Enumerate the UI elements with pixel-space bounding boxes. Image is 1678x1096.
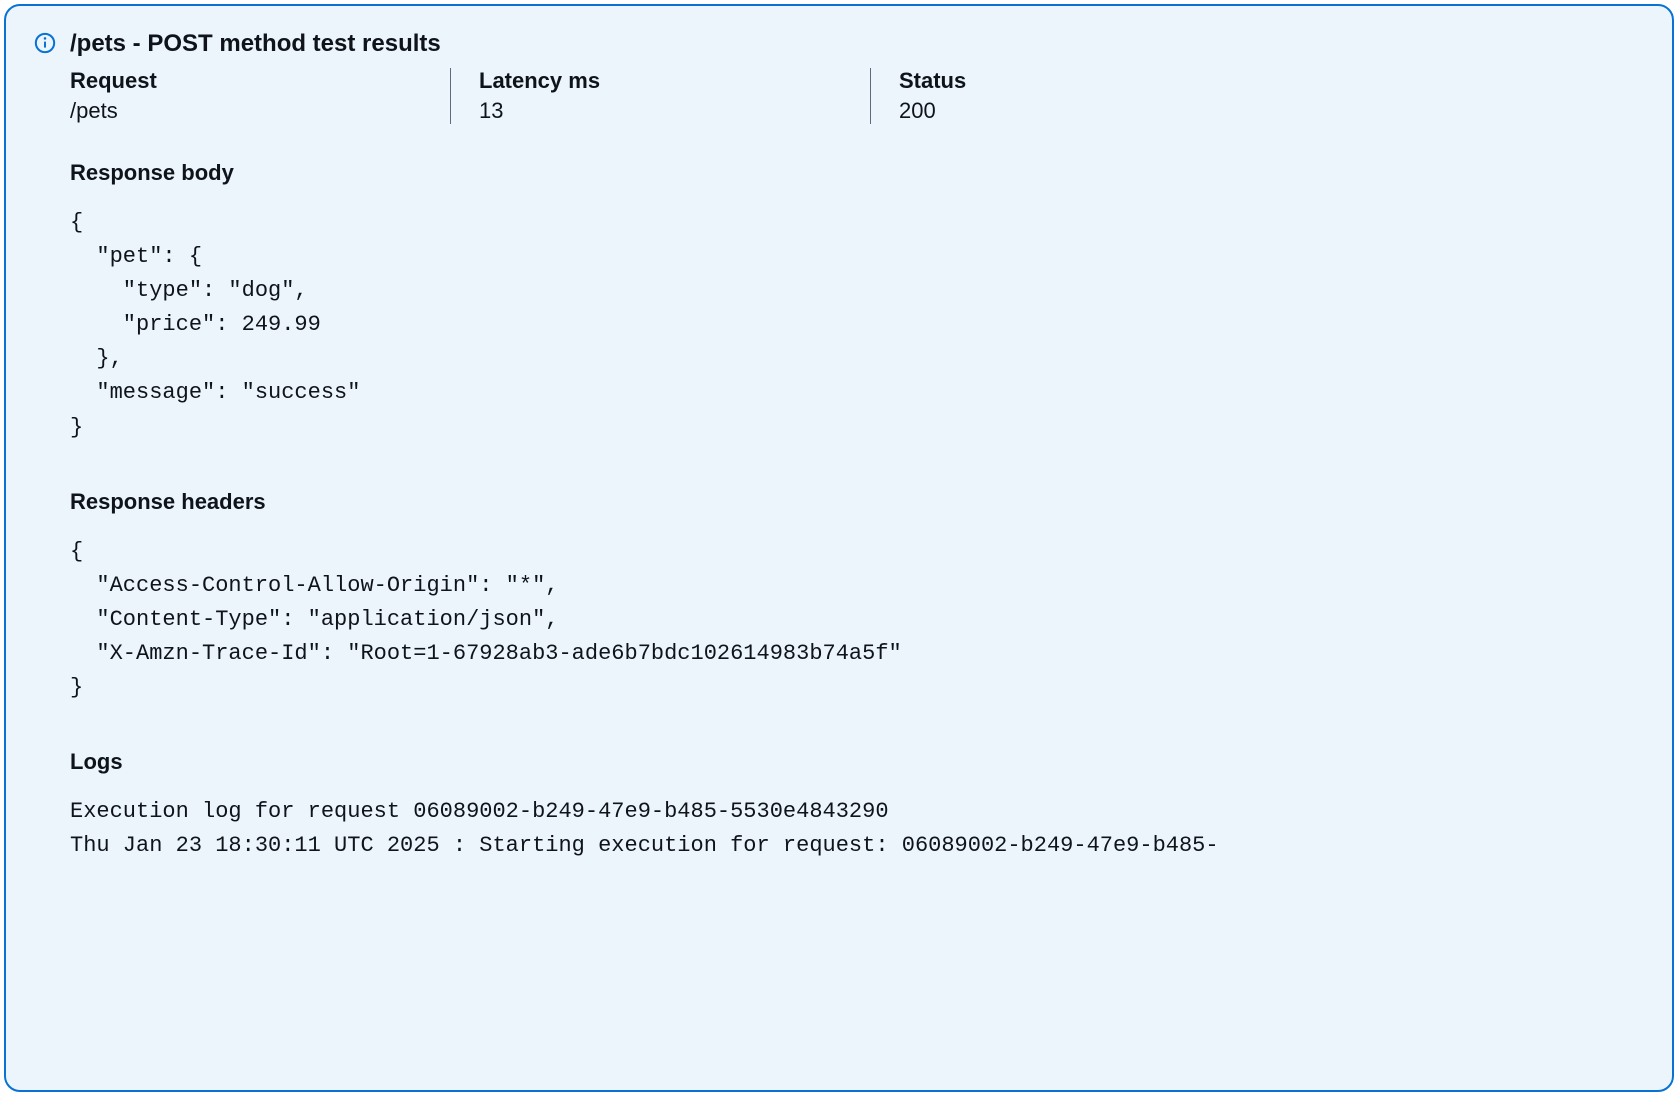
summary-status: Status 200 xyxy=(870,68,1290,124)
test-results-panel: /pets - POST method test results Request… xyxy=(4,4,1674,1092)
response-headers-content: { "Access-Control-Allow-Origin": "*", "C… xyxy=(70,535,1644,705)
response-headers-section: Response headers { "Access-Control-Allow… xyxy=(70,489,1644,705)
summary-request: Request /pets xyxy=(70,68,450,124)
logs-content: Execution log for request 06089002-b249-… xyxy=(70,795,1644,863)
response-body-section: Response body { "pet": { "type": "dog", … xyxy=(70,160,1644,445)
summary-latency: Latency ms 13 xyxy=(450,68,870,124)
latency-value: 13 xyxy=(479,98,830,124)
request-value: /pets xyxy=(70,98,410,124)
response-body-title: Response body xyxy=(70,160,1644,186)
latency-label: Latency ms xyxy=(479,68,830,94)
panel-title: /pets - POST method test results xyxy=(70,30,1644,58)
request-label: Request xyxy=(70,68,410,94)
info-icon xyxy=(34,30,56,907)
logs-title: Logs xyxy=(70,749,1644,775)
response-body-content: { "pet": { "type": "dog", "price": 249.9… xyxy=(70,206,1644,445)
logs-section: Logs Execution log for request 06089002-… xyxy=(70,749,1644,863)
status-label: Status xyxy=(899,68,1250,94)
status-value: 200 xyxy=(899,98,1250,124)
summary-row: Request /pets Latency ms 13 Status 200 xyxy=(70,68,1644,124)
response-headers-title: Response headers xyxy=(70,489,1644,515)
